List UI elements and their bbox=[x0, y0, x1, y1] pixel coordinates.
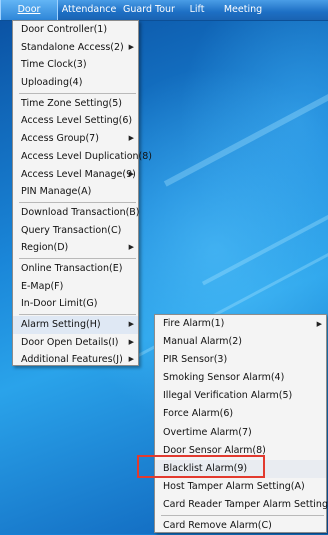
alarm-setting-submenu: Fire Alarm(1) ▶ Manual Alarm(2) PIR Senso… bbox=[154, 314, 328, 535]
menu-separator bbox=[161, 515, 324, 517]
submenu-arrow-icon: ▶ bbox=[128, 169, 134, 178]
menu-door-access[interactable]: Door Access bbox=[0, 0, 58, 35]
menu-item-time-zone-setting[interactable]: Time Zone Setting(5) bbox=[13, 95, 138, 113]
menu-meeting[interactable]: Meeting bbox=[216, 0, 270, 20]
menu-item-fire-alarm[interactable]: Fire Alarm(1) ▶ bbox=[155, 315, 326, 333]
menu-item-in-door-limit[interactable]: In-Door Limit(G) bbox=[13, 295, 138, 313]
menu-separator bbox=[19, 314, 136, 315]
highlight-box bbox=[137, 455, 265, 478]
menu-item-access-level-manage[interactable]: Access Level Manage(9) ▶ bbox=[13, 166, 138, 184]
menu-item-force-alarm[interactable]: Force Alarm(6) bbox=[155, 405, 326, 423]
menu-item-door-controller[interactable]: Door Controller(1) bbox=[13, 21, 138, 39]
submenu-arrow-icon: ▶ bbox=[128, 337, 134, 346]
menu-item-alarm-setting[interactable]: Alarm Setting(H) ▶ bbox=[13, 316, 138, 334]
menu-item-uploading[interactable]: Uploading(4) bbox=[13, 74, 138, 92]
menu-item-online-transaction[interactable]: Online Transaction(E) bbox=[13, 260, 138, 278]
menu-item-card-remove-alarm[interactable]: Card Remove Alarm(C) bbox=[155, 517, 326, 535]
menu-bar: Door Access Attendance Guard Tour Lift M… bbox=[0, 0, 328, 35]
menu-item-card-reader-tamper-alarm-setting[interactable]: Card Reader Tamper Alarm Setting(B) bbox=[155, 496, 328, 514]
menu-item-illegal-verification-alarm[interactable]: Illegal Verification Alarm(5) bbox=[155, 387, 326, 405]
menu-lift[interactable]: Lift bbox=[180, 0, 214, 20]
menu-item-region[interactable]: Region(D) ▶ bbox=[13, 239, 138, 257]
menu-item-pin-manage[interactable]: PIN Manage(A) bbox=[13, 183, 138, 201]
menu-item-access-level-setting[interactable]: Access Level Setting(6) bbox=[13, 112, 138, 130]
menu-item-door-open-details[interactable]: Door Open Details(I) ▶ bbox=[13, 334, 138, 352]
menu-item-e-map[interactable]: E-Map(F) bbox=[13, 278, 138, 296]
menu-item-query-transaction[interactable]: Query Transaction(C) bbox=[13, 222, 138, 240]
menu-item-access-level-duplication[interactable]: Access Level Duplication(8) bbox=[13, 148, 152, 166]
menu-separator bbox=[19, 201, 136, 203]
submenu-arrow-icon: ▶ bbox=[128, 355, 134, 364]
menu-item-smoking-sensor-alarm[interactable]: Smoking Sensor Alarm(4) bbox=[155, 369, 326, 387]
menu-item-host-tamper-alarm-setting[interactable]: Host Tamper Alarm Setting(A) bbox=[155, 478, 326, 496]
menu-item-time-clock[interactable]: Time Clock(3) bbox=[13, 56, 138, 74]
submenu-arrow-icon: ▶ bbox=[128, 134, 134, 143]
menu-separator bbox=[19, 257, 136, 259]
menu-item-manual-alarm[interactable]: Manual Alarm(2) bbox=[155, 333, 326, 351]
door-access-dropdown: Door Controller(1) Standalone Access(2) ▶… bbox=[12, 20, 152, 369]
submenu-arrow-icon: ▶ bbox=[128, 42, 134, 51]
submenu-arrow-icon: ▶ bbox=[128, 320, 134, 328]
menu-item-additional-features[interactable]: Additional Features(J) ▶ bbox=[13, 351, 138, 369]
submenu-arrow-icon: ▶ bbox=[128, 243, 134, 252]
menu-item-pir-sensor[interactable]: PIR Sensor(3) bbox=[155, 351, 326, 369]
menu-guard-tour[interactable]: Guard Tour bbox=[120, 0, 178, 20]
menu-item-standalone-access[interactable]: Standalone Access(2) ▶ bbox=[13, 39, 138, 57]
menu-attendance[interactable]: Attendance bbox=[60, 0, 118, 20]
menu-separator bbox=[19, 92, 136, 94]
menu-item-access-group[interactable]: Access Group(7) ▶ bbox=[13, 130, 138, 148]
menu-item-overtime-alarm[interactable]: Overtime Alarm(7) bbox=[155, 424, 326, 442]
submenu-arrow-icon: ▶ bbox=[316, 320, 322, 328]
menu-item-download-transaction[interactable]: Download Transaction(B) bbox=[13, 204, 140, 222]
